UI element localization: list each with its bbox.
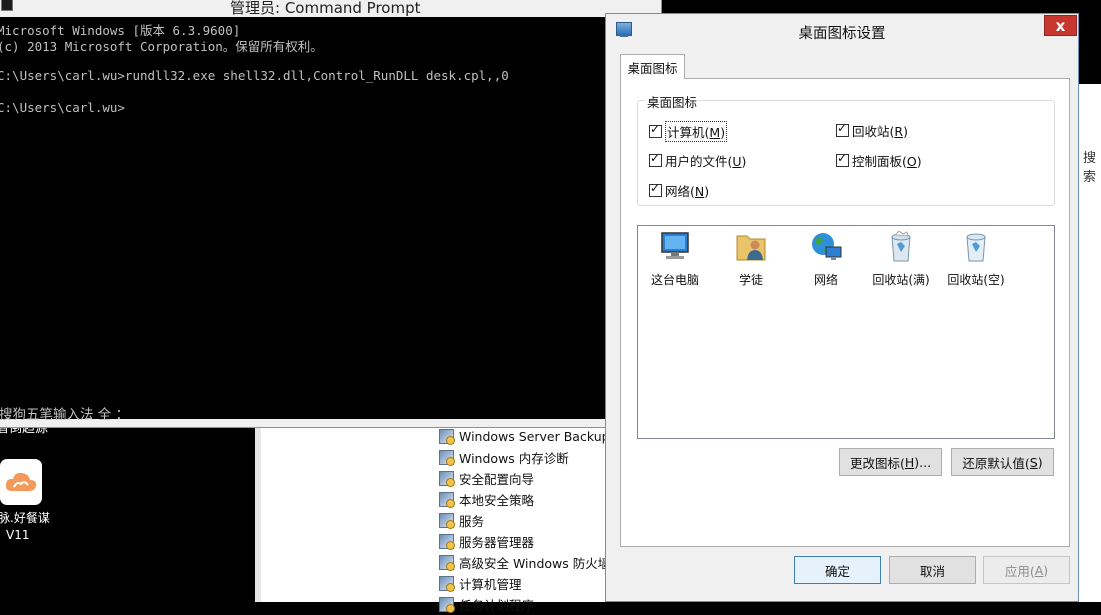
tool-icon [439, 471, 455, 487]
list-item[interactable]: 服务器管理器 [439, 531, 619, 552]
dialog-title: 桌面图标设置 [798, 26, 886, 42]
change-icon-button[interactable]: 更改图标(H)... [839, 448, 942, 476]
user-folder-icon [736, 235, 766, 261]
tool-icon [439, 576, 455, 592]
list-item[interactable]: 本地安全策略 [439, 489, 619, 510]
ime-status-bar: 搜狗五笔输入法 全 ： [0, 407, 130, 423]
list-item-label: 高级安全 Windows 防火墙 [459, 556, 611, 571]
icon-item-network[interactable]: 网络 [791, 230, 861, 288]
search-hint: 搜索 [1083, 151, 1097, 185]
command-prompt-window: 管理员: Command Prompt Microsoft Windows [版… [0, 0, 662, 428]
checkbox-label: 控制面板(O) [852, 154, 922, 169]
icon-item-user-folder[interactable]: 学徒 [716, 230, 786, 288]
cmd-line: (c) 2013 Microsoft Corporation。保留所有权利。 [0, 39, 323, 54]
list-item[interactable]: 服务 [439, 510, 619, 531]
cmd-line: C:\Users\carl.wu> [0, 100, 125, 115]
tool-icon [439, 597, 455, 613]
list-item[interactable]: Windows 内存诊断 [439, 447, 619, 468]
icon-caption: 回收站(空) [947, 273, 1005, 287]
groupbox-label: 桌面图标 [645, 92, 700, 111]
list-item-label: 任务计划程序 [459, 598, 535, 613]
list-item[interactable]: 任务计划程序 [439, 594, 619, 615]
background-window-right: 搜索 [1076, 84, 1101, 602]
list-item-label: Windows Server Backup [459, 429, 610, 444]
list-item-label: 计算机管理 [459, 577, 522, 592]
checkbox-user-files[interactable]: 用户的文件(U) [649, 151, 746, 170]
cmd-title: 管理员: Command Prompt [230, 0, 421, 17]
desktop-app-icon[interactable] [0, 459, 42, 505]
icon-caption: 回收站(满) [872, 273, 930, 287]
list-item-label: 本地安全策略 [459, 493, 535, 508]
checkbox-network[interactable]: 网络(N) [649, 181, 709, 200]
tool-icon [439, 555, 455, 571]
list-item-label: 安全配置向导 [459, 472, 535, 487]
list-item[interactable]: 高级安全 Windows 防火墙 [439, 552, 619, 573]
icon-item-recycle-empty[interactable]: 回收站(空) [941, 230, 1011, 288]
checkbox-recycle-bin[interactable]: 回收站(R) [836, 121, 908, 140]
cancel-button[interactable]: 取消 [889, 556, 976, 584]
dialog-title-bar[interactable]: 桌面图标设置 x [606, 14, 1078, 46]
admin-tools-list: Windows Server Backup Windows 内存诊断 安全配置向… [439, 426, 619, 615]
list-item-label: 服务器管理器 [459, 535, 535, 550]
list-item-label: 服务 [459, 514, 485, 529]
checkbox-label: 计算机(M) [665, 121, 728, 142]
icon-list[interactable]: 这台电脑 学徒 网络 回收站(满) 回收站(空) [637, 225, 1055, 439]
icon-caption: 这台电脑 [650, 273, 699, 287]
cmd-title-bar[interactable]: 管理员: Command Prompt [0, 0, 661, 17]
icon-caption: 学徒 [738, 273, 763, 287]
cmd-console[interactable]: Microsoft Windows [版本 6.3.9600] (c) 2013… [0, 17, 607, 423]
admin-tools-window: Windows Server Backup Windows 内存诊断 安全配置向… [255, 426, 613, 613]
recycle-bin-full-icon [891, 230, 911, 262]
tool-icon [439, 450, 455, 466]
tool-icon [439, 534, 455, 550]
checkbox-checked-icon [836, 151, 849, 167]
this-pc-icon [661, 232, 689, 259]
tool-icon [439, 429, 455, 445]
list-item[interactable]: Windows Server Backup [439, 426, 619, 447]
checkbox-label: 网络(N) [665, 184, 710, 199]
checkbox-computer[interactable]: 计算机(M) [649, 121, 728, 142]
desktop-icon-settings-dialog: 桌面图标设置 x 桌面图标 桌面图标 计算机(M) 回收站(R) 用户的文件(U… [605, 13, 1079, 602]
recycle-bin-empty-icon [966, 233, 986, 262]
close-button[interactable]: x [1044, 15, 1077, 36]
list-item-label: Windows 内存诊断 [459, 451, 569, 466]
list-item[interactable]: 计算机管理 [439, 573, 619, 594]
icon-caption: 网络 [813, 273, 838, 287]
app-caption-line-1: 脉.好餐谋 [0, 511, 50, 525]
checkbox-checked-icon [836, 121, 849, 137]
network-icon [812, 233, 842, 260]
ok-button[interactable]: 确定 [794, 556, 881, 584]
icon-item-this-pc[interactable]: 这台电脑 [640, 230, 710, 288]
checkbox-label: 用户的文件(U) [665, 154, 747, 169]
apply-button[interactable]: 应用(A) [983, 556, 1070, 584]
checkbox-checked-icon [649, 122, 662, 138]
checkbox-checked-icon [649, 151, 662, 167]
desktop-icons-groupbox: 桌面图标 计算机(M) 回收站(R) 用户的文件(U) 控制面板(O) 网络(N… [637, 92, 1055, 206]
cloud-hand-icon [5, 472, 37, 491]
tab-panel: 桌面图标 计算机(M) 回收站(R) 用户的文件(U) 控制面板(O) 网络(N… [620, 78, 1070, 547]
desktop-app-caption: 脉.好餐谋 V11 [0, 510, 50, 544]
tool-icon [439, 492, 455, 508]
icon-item-recycle-full[interactable]: 回收站(满) [866, 230, 936, 288]
tool-icon [439, 513, 455, 529]
checkbox-checked-icon [649, 181, 662, 197]
cmd-line: C:\Users\carl.wu>rundll32.exe shell32.dl… [0, 68, 509, 83]
checkbox-label: 回收站(R) [852, 124, 908, 139]
list-item[interactable]: 安全配置向导 [439, 468, 619, 489]
restore-default-button[interactable]: 还原默认值(S) [951, 448, 1054, 476]
app-caption-line-2: V11 [6, 528, 30, 542]
checkbox-control-panel[interactable]: 控制面板(O) [836, 151, 922, 170]
tab-desktop-icons[interactable]: 桌面图标 [620, 54, 685, 79]
cmd-icon [1, 0, 13, 11]
